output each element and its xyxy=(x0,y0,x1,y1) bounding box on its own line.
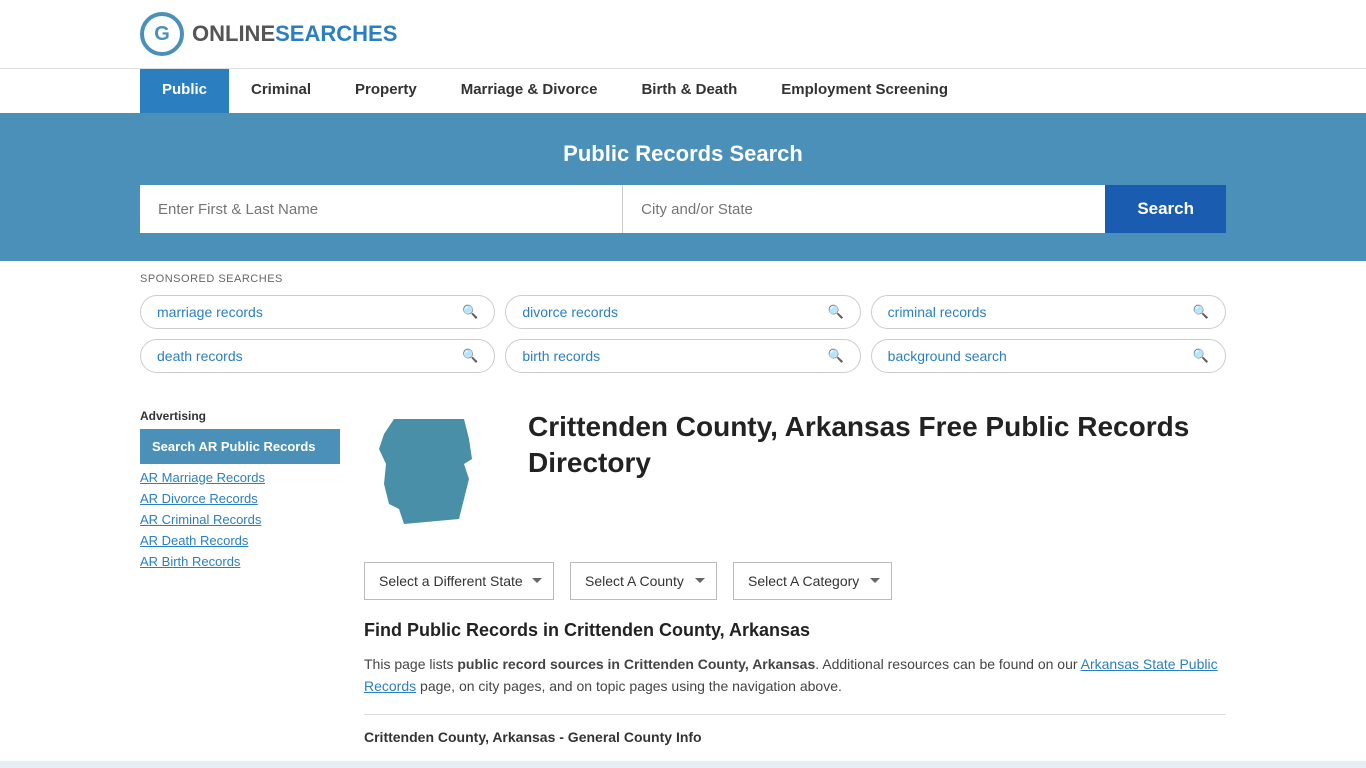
page-title: Crittenden County, Arkansas Free Public … xyxy=(528,409,1226,482)
title-area: Crittenden County, Arkansas Free Public … xyxy=(528,409,1226,482)
search-icon-marriage: 🔍 xyxy=(462,304,478,320)
sidebar-link-marriage[interactable]: AR Marriage Records xyxy=(140,470,340,485)
sidebar-link-criminal[interactable]: AR Criminal Records xyxy=(140,512,340,527)
search-icon-criminal: 🔍 xyxy=(1193,304,1209,320)
sponsored-tag-birth[interactable]: birth records 🔍 xyxy=(505,339,860,373)
sponsored-tag-marriage[interactable]: marriage records 🔍 xyxy=(140,295,495,329)
sponsored-tag-label-marriage: marriage records xyxy=(157,304,263,320)
nav-item-birth-death[interactable]: Birth & Death xyxy=(619,69,759,113)
search-icon-divorce: 🔍 xyxy=(827,304,843,320)
svg-text:G: G xyxy=(154,23,170,45)
sidebar-link-birth[interactable]: AR Birth Records xyxy=(140,554,340,569)
general-info-bar: Crittenden County, Arkansas - General Co… xyxy=(364,714,1226,745)
sponsored-tag-label-background: background search xyxy=(888,348,1007,364)
content-area: Crittenden County, Arkansas Free Public … xyxy=(364,373,1226,761)
find-desc-bold: public record sources in Crittenden Coun… xyxy=(457,656,815,672)
search-icon-birth: 🔍 xyxy=(827,348,843,364)
sidebar-link-death[interactable]: AR Death Records xyxy=(140,533,340,548)
sponsored-section: SPONSORED SEARCHES marriage records 🔍 di… xyxy=(0,261,1366,373)
find-desc-part3: page, on city pages, and on topic pages … xyxy=(416,678,842,694)
logo-text: ONLINESEARCHES xyxy=(192,21,397,47)
county-dropdown[interactable]: Select A County xyxy=(570,562,717,600)
sponsored-tag-label-divorce: divorce records xyxy=(522,304,618,320)
logo: G ONLINESEARCHES xyxy=(140,12,397,56)
sidebar: Advertising Search AR Public Records AR … xyxy=(140,373,340,761)
nav-item-marriage-divorce[interactable]: Marriage & Divorce xyxy=(439,69,620,113)
arkansas-map xyxy=(364,409,494,539)
main-nav: Public Criminal Property Marriage & Divo… xyxy=(0,68,1366,113)
search-row: Search xyxy=(140,185,1226,233)
sponsored-tag-criminal[interactable]: criminal records 🔍 xyxy=(871,295,1226,329)
nav-item-criminal[interactable]: Criminal xyxy=(229,69,333,113)
search-banner-title: Public Records Search xyxy=(140,141,1226,167)
sponsored-grid: marriage records 🔍 divorce records 🔍 cri… xyxy=(140,295,1226,373)
find-title: Find Public Records in Crittenden County… xyxy=(364,620,1226,641)
header: G ONLINESEARCHES xyxy=(0,0,1366,68)
search-icon-background: 🔍 xyxy=(1193,348,1209,364)
logo-icon: G xyxy=(140,12,184,56)
find-desc-part1: This page lists xyxy=(364,656,457,672)
state-section: Crittenden County, Arkansas Free Public … xyxy=(364,409,1226,542)
main-content: Advertising Search AR Public Records AR … xyxy=(0,373,1366,761)
sidebar-ad-box[interactable]: Search AR Public Records xyxy=(140,429,340,464)
find-description: This page lists public record sources in… xyxy=(364,653,1226,698)
sponsored-tag-death[interactable]: death records 🔍 xyxy=(140,339,495,373)
category-dropdown[interactable]: Select A Category xyxy=(733,562,892,600)
find-desc-part2: . Additional resources can be found on o… xyxy=(815,656,1080,672)
nav-item-public[interactable]: Public xyxy=(140,69,229,113)
nav-item-property[interactable]: Property xyxy=(333,69,439,113)
state-map xyxy=(364,409,504,542)
search-banner: Public Records Search Search xyxy=(0,113,1366,261)
page-wrapper: SPONSORED SEARCHES marriage records 🔍 di… xyxy=(0,261,1366,761)
dropdown-row: Select a Different State Select A County… xyxy=(364,562,1226,600)
location-input[interactable] xyxy=(623,185,1105,233)
sidebar-link-divorce[interactable]: AR Divorce Records xyxy=(140,491,340,506)
search-icon-death: 🔍 xyxy=(462,348,478,364)
find-section: Find Public Records in Crittenden County… xyxy=(364,620,1226,698)
sponsored-tag-label-criminal: criminal records xyxy=(888,304,987,320)
sponsored-tag-label-birth: birth records xyxy=(522,348,600,364)
sidebar-ad-label: Advertising xyxy=(140,409,340,423)
sponsored-tag-divorce[interactable]: divorce records 🔍 xyxy=(505,295,860,329)
sponsored-label: SPONSORED SEARCHES xyxy=(140,273,1226,285)
sponsored-tag-background[interactable]: background search 🔍 xyxy=(871,339,1226,373)
nav-item-employment[interactable]: Employment Screening xyxy=(759,69,970,113)
search-button[interactable]: Search xyxy=(1105,185,1226,233)
state-dropdown[interactable]: Select a Different State xyxy=(364,562,554,600)
sponsored-tag-label-death: death records xyxy=(157,348,243,364)
name-input[interactable] xyxy=(140,185,623,233)
